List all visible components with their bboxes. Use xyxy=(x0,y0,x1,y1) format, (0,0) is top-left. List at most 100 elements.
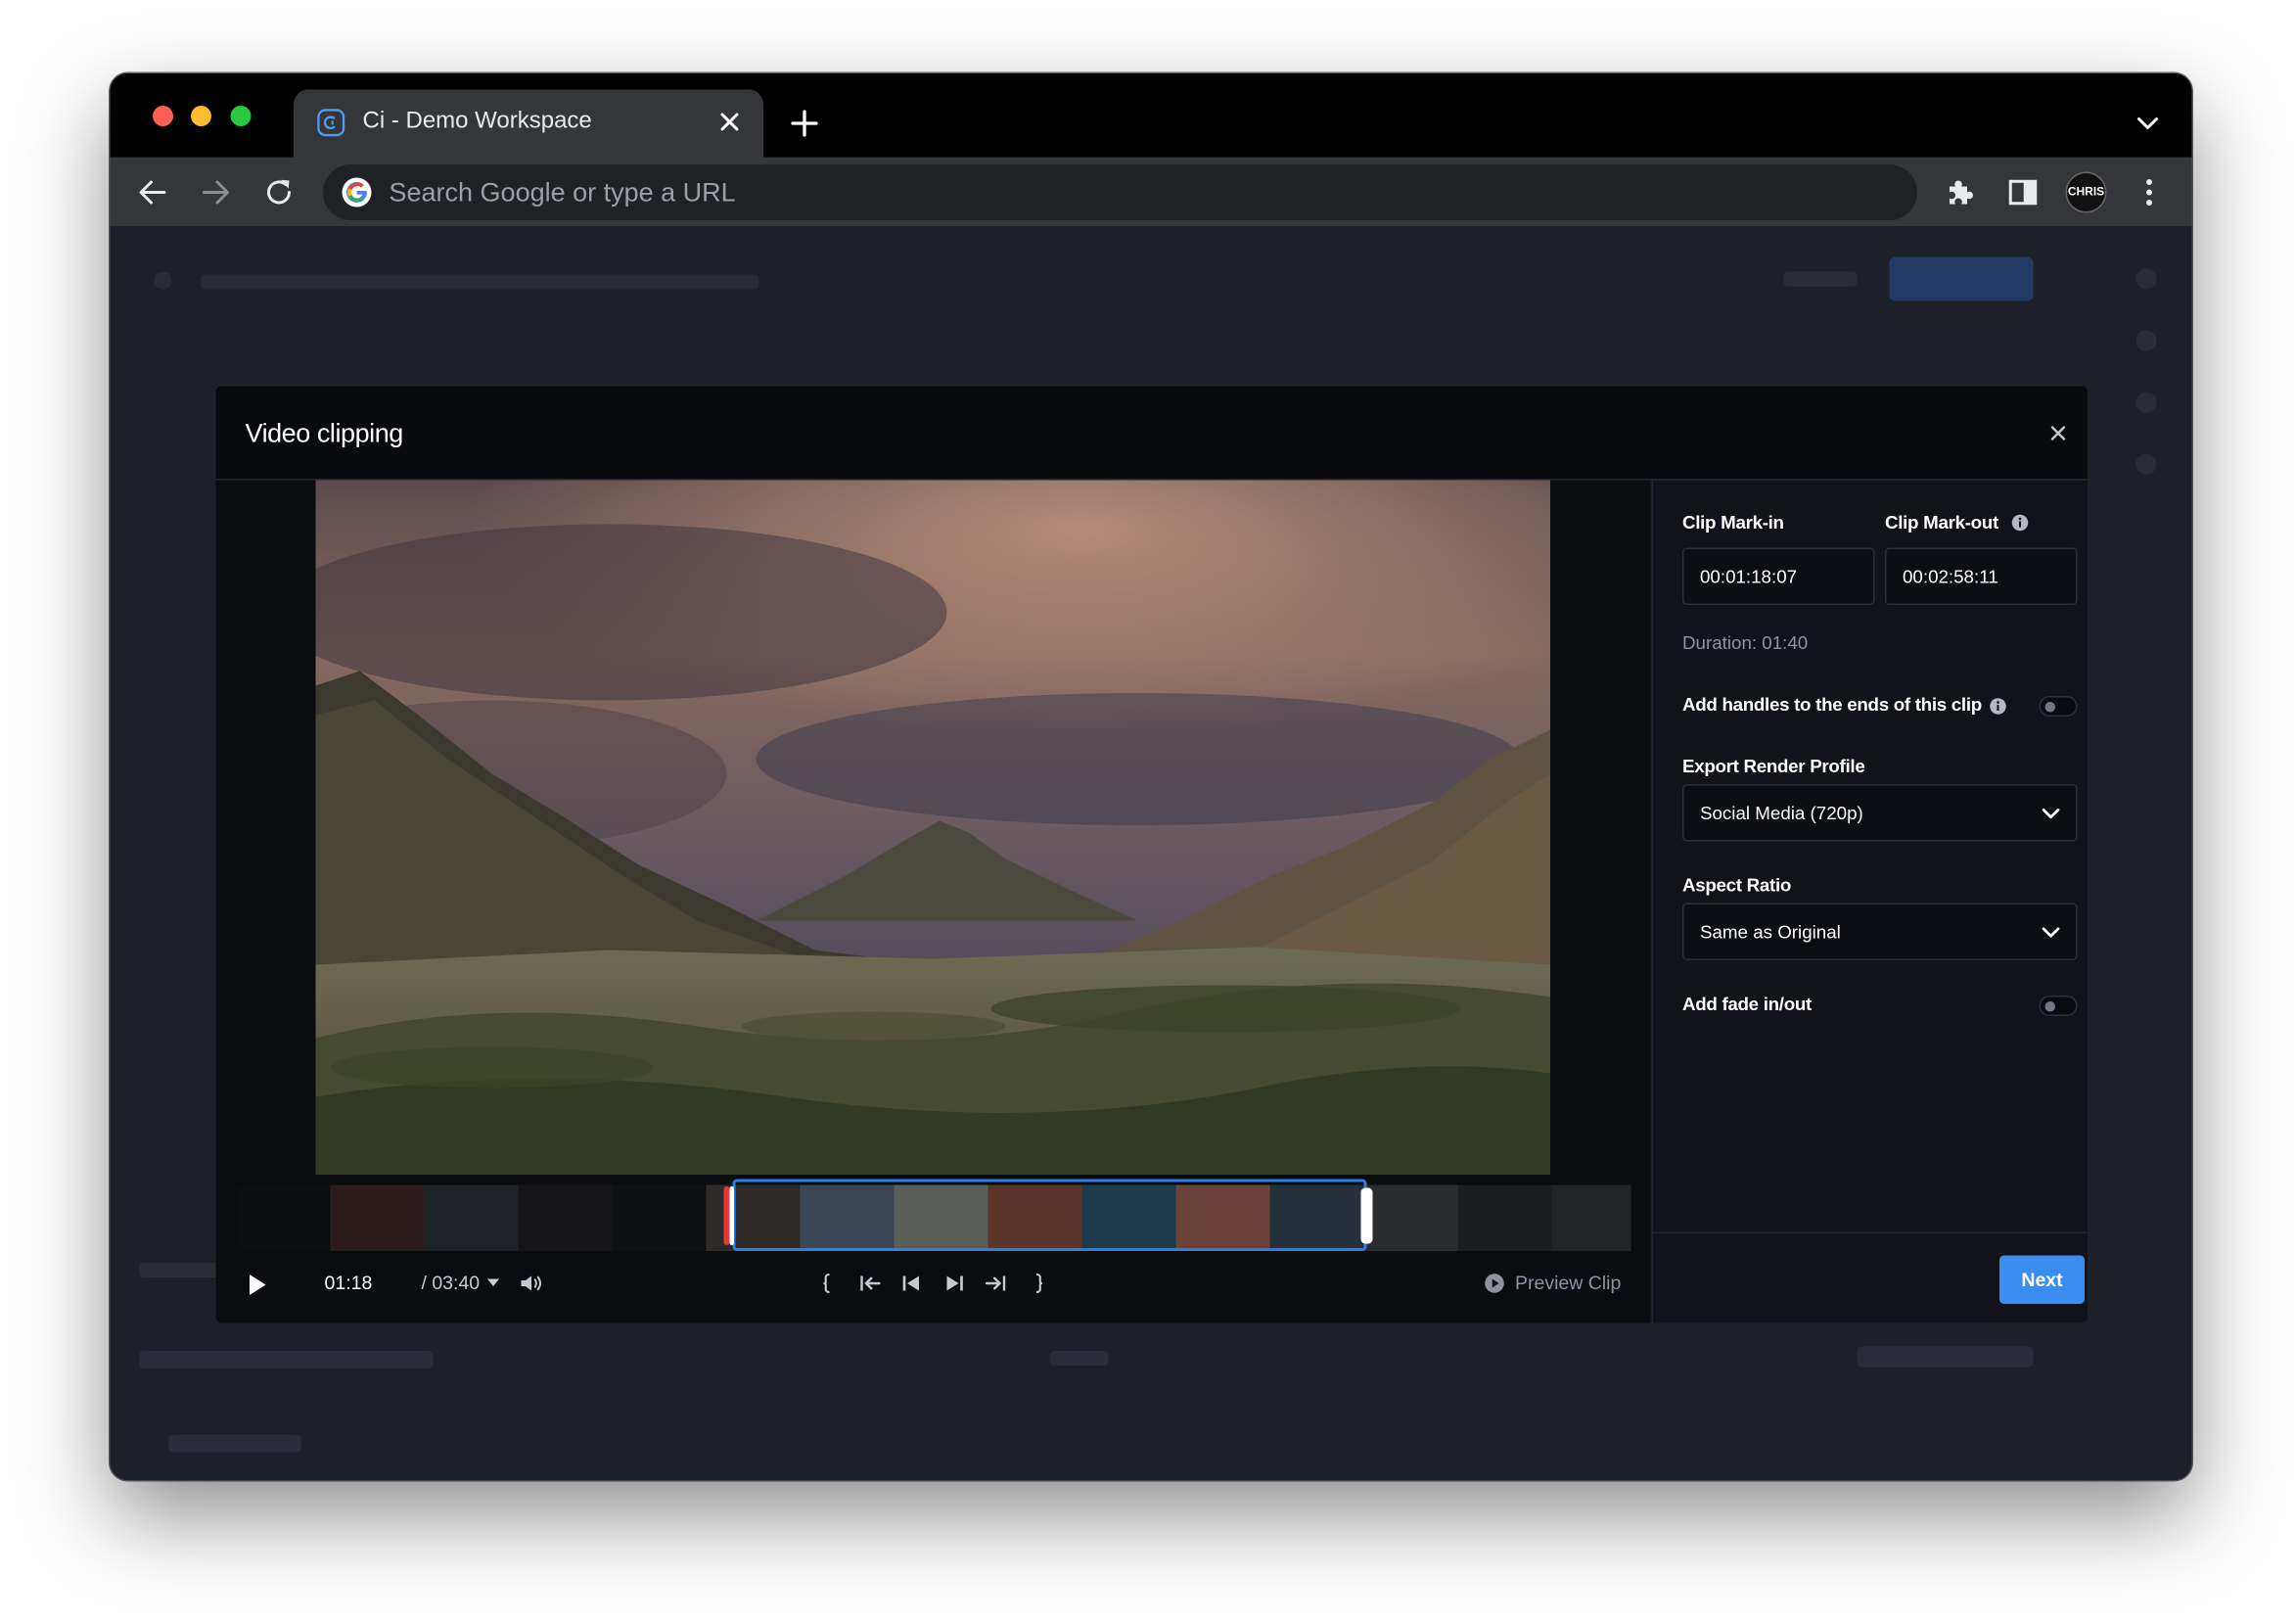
aspect-ratio-value: Same as Original xyxy=(1700,922,1841,943)
mark-in-label: Clip Mark-in xyxy=(1682,512,1784,533)
previous-frame-icon[interactable] xyxy=(898,1271,925,1297)
filmstrip-frame xyxy=(424,1184,519,1251)
clip-settings-panel: Clip Mark-in Clip Mark-out 00:01:18:07 0… xyxy=(1651,480,2088,1323)
bg-link xyxy=(1783,271,1858,287)
extensions-puzzle-icon[interactable] xyxy=(1943,175,1978,210)
timeline-filmstrip[interactable] xyxy=(236,1184,1631,1251)
mark-out-handle[interactable] xyxy=(1360,1187,1373,1244)
chevron-down-icon xyxy=(2042,808,2060,819)
aspect-ratio-select[interactable]: Same as Original xyxy=(1682,903,2078,960)
mark-in-value: 00:01:18:07 xyxy=(1700,567,1798,587)
back-arrow-icon[interactable] xyxy=(135,175,170,210)
filmstrip-frame xyxy=(800,1184,895,1251)
handles-toggle[interactable] xyxy=(2039,696,2078,717)
filmstrip-frame xyxy=(706,1184,801,1251)
side-panel-icon[interactable] xyxy=(2005,175,2041,210)
bg-text xyxy=(1857,1346,2034,1368)
mark-in-handle-edge[interactable] xyxy=(729,1186,734,1245)
mark-out-info-icon[interactable] xyxy=(2011,514,2029,532)
play-icon[interactable] xyxy=(244,1272,270,1298)
render-profile-value: Social Media (720p) xyxy=(1700,803,1863,824)
new-tab-plus-icon[interactable] xyxy=(789,108,821,140)
bg-text xyxy=(168,1434,301,1453)
go-to-mark-out-icon[interactable] xyxy=(983,1271,1009,1297)
chevron-down-icon xyxy=(2042,927,2060,938)
address-bar[interactable]: Search Google or type a URL xyxy=(323,164,1917,220)
toggle-knob xyxy=(2044,702,2055,713)
more-menu-icon[interactable] xyxy=(2132,175,2167,210)
play-circle-icon xyxy=(1485,1274,1504,1293)
player-controls: 01:18 / 03:40 Preview Clip xyxy=(216,1262,1651,1323)
set-mark-in-icon[interactable] xyxy=(815,1271,842,1297)
close-window-button[interactable] xyxy=(153,106,173,126)
render-profile-select[interactable]: Social Media (720p) xyxy=(1682,784,2078,842)
fade-toggle[interactable] xyxy=(2039,996,2078,1016)
page-background: Video clipping 01:18 / 03:40 Preview Cli… xyxy=(110,227,2192,1480)
toggle-knob xyxy=(2044,1001,2055,1012)
filmstrip-frame xyxy=(518,1184,613,1251)
maximize-window-button[interactable] xyxy=(230,106,252,126)
bg-breadcrumb xyxy=(201,274,759,290)
tab-bar: Ci - Demo Workspace xyxy=(110,73,2192,158)
browser-window: Ci - Demo Workspace Search Google or typ… xyxy=(110,73,2192,1480)
filmstrip-frame xyxy=(894,1184,988,1251)
bg-text xyxy=(139,1351,434,1368)
render-profile-label: Export Render Profile xyxy=(1682,756,1865,777)
bg-text xyxy=(1049,1351,1109,1366)
tab-close-icon[interactable] xyxy=(713,106,746,138)
filmstrip-frame xyxy=(1269,1184,1364,1251)
filmstrip-frame xyxy=(330,1184,425,1251)
video-preview[interactable] xyxy=(315,480,1550,1175)
video-clipping-modal: Video clipping 01:18 / 03:40 Preview Cli… xyxy=(215,386,2088,1323)
bg-back-icon xyxy=(154,271,172,290)
profile-avatar[interactable]: CHRIS xyxy=(2065,171,2107,213)
browser-toolbar: Search Google or type a URL CHRIS xyxy=(110,157,2192,228)
mark-in-field[interactable]: 00:01:18:07 xyxy=(1682,547,1875,605)
filmstrip-frame xyxy=(612,1184,707,1251)
filmstrip-frame xyxy=(1551,1184,1631,1251)
address-bar-placeholder: Search Google or type a URL xyxy=(389,177,736,208)
panel-divider xyxy=(1653,1231,2088,1233)
aspect-ratio-label: Aspect Ratio xyxy=(1682,875,1792,896)
bg-rail-icon xyxy=(2135,330,2157,351)
clip-duration: Duration: 01:40 xyxy=(1682,632,1809,654)
mark-out-field[interactable]: 00:02:58:11 xyxy=(1885,547,2078,605)
bg-rail-icon xyxy=(2135,453,2157,475)
filmstrip-frame xyxy=(987,1184,1082,1251)
bg-rail-icon xyxy=(2135,268,2157,290)
total-duration[interactable]: / 03:40 xyxy=(422,1272,481,1294)
bg-rail-icon xyxy=(2135,392,2157,413)
forward-arrow-icon[interactable] xyxy=(199,175,234,210)
mark-out-value: 00:02:58:11 xyxy=(1903,567,1998,587)
filmstrip-frame xyxy=(236,1184,331,1251)
set-mark-out-icon[interactable] xyxy=(1025,1271,1051,1297)
google-logo-icon xyxy=(342,177,372,208)
close-icon[interactable] xyxy=(2046,422,2070,445)
handles-label: Add handles to the ends of this clip xyxy=(1682,694,1982,716)
browser-tab[interactable]: Ci - Demo Workspace xyxy=(294,89,763,158)
video-player: 01:18 / 03:40 Preview Clip xyxy=(215,480,1651,1323)
next-button[interactable]: Next xyxy=(1999,1255,2085,1304)
tab-search-chevron-icon[interactable] xyxy=(2134,109,2163,138)
next-frame-icon[interactable] xyxy=(941,1271,968,1297)
volume-icon[interactable] xyxy=(519,1271,545,1297)
filmstrip-frame xyxy=(1363,1184,1458,1251)
ci-favicon-icon xyxy=(317,109,345,137)
current-time: 01:18 xyxy=(324,1272,373,1294)
filmstrip-frame xyxy=(1457,1184,1552,1251)
preview-clip-label: Preview Clip xyxy=(1515,1272,1622,1294)
bg-primary-button xyxy=(1889,256,2034,301)
go-to-mark-in-icon[interactable] xyxy=(857,1271,884,1297)
duration-dropdown-caret-icon[interactable] xyxy=(486,1275,501,1289)
modal-header: Video clipping xyxy=(215,386,2088,481)
tab-title: Ci - Demo Workspace xyxy=(362,109,592,134)
landscape-video-frame xyxy=(315,480,1550,1175)
handles-info-icon[interactable] xyxy=(1990,698,2007,716)
filmstrip-frame xyxy=(1081,1184,1176,1251)
minimize-window-button[interactable] xyxy=(191,106,211,126)
modal-title: Video clipping xyxy=(245,418,404,448)
fade-label: Add fade in/out xyxy=(1682,994,1812,1015)
mark-out-label: Clip Mark-out xyxy=(1885,512,1998,533)
filmstrip-frame xyxy=(1175,1184,1270,1251)
reload-icon[interactable] xyxy=(261,175,297,210)
